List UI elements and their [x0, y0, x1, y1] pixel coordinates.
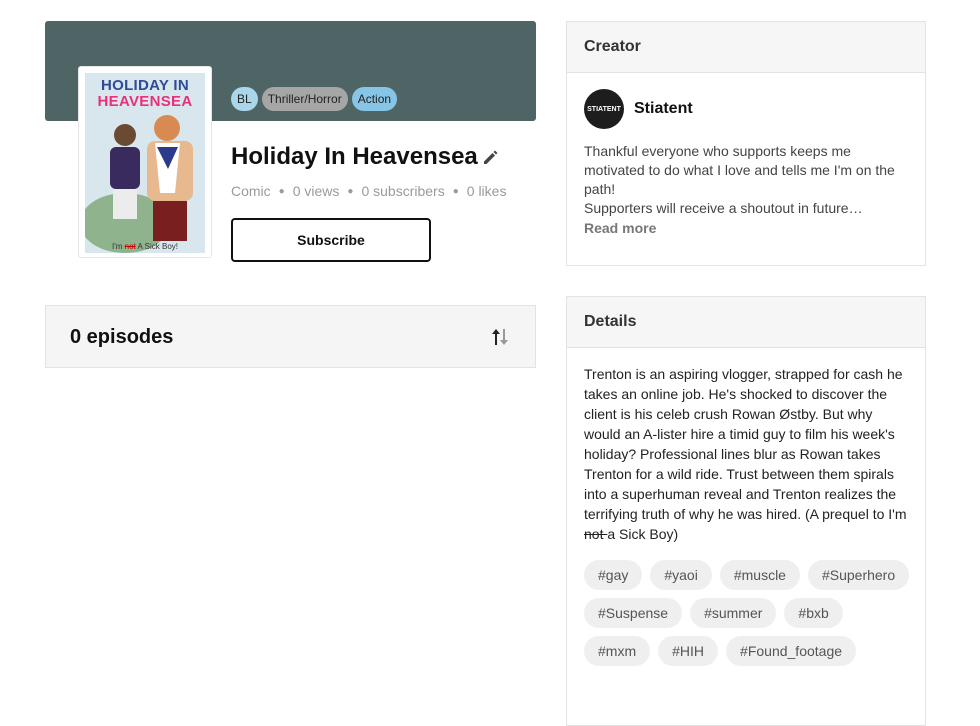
series-type: Comic [231, 183, 271, 199]
series-title: Holiday In Heavensea [231, 143, 478, 170]
avatar-text: STIATENT [587, 105, 621, 113]
details-panel: Details Trenton is an aspiring vlogger, … [566, 296, 926, 726]
series-cover[interactable]: HOLIDAY IN HEAVENSEA I'm not A Sick Boy! [79, 67, 211, 257]
series-title-row: Holiday In Heavensea [231, 143, 500, 171]
genre-tag-action[interactable]: Action [351, 87, 398, 111]
genre-tag-thriller-horror[interactable]: Thriller/Horror [261, 87, 348, 111]
creator-bio-line1: Thankful everyone who supports keeps me … [584, 143, 895, 197]
cover-art: HOLIDAY IN HEAVENSEA I'm not A Sick Boy! [85, 73, 205, 253]
sort-arrows-icon[interactable] [489, 326, 511, 348]
description-end: a Sick Boy) [607, 526, 679, 542]
details-heading: Details [567, 297, 925, 348]
separator-dot-icon: ● [452, 185, 459, 197]
hashtag[interactable]: #summer [690, 598, 777, 628]
description-strike: not [584, 526, 608, 542]
cover-title-line2: HEAVENSEA [97, 93, 193, 110]
description-main: Trenton is an aspiring vlogger, strapped… [584, 366, 907, 522]
creator-bio: Thankful everyone who supports keeps me … [584, 142, 904, 218]
creator-panel: Creator STIATENT Stiatent Thankful every… [566, 21, 926, 266]
hashtag[interactable]: #bxb [784, 598, 843, 628]
separator-dot-icon: ● [278, 185, 285, 197]
hashtag[interactable]: #Suspense [584, 598, 683, 628]
hashtag[interactable]: #gay [584, 560, 643, 590]
avatar[interactable]: STIATENT [584, 89, 624, 129]
hashtag-list: #gay #yaoi #muscle #Superhero #Suspense … [584, 560, 914, 666]
cover-caption: I'm not A Sick Boy! [85, 242, 205, 251]
views-count: 0 views [292, 183, 340, 199]
genre-tags: BL Thriller/Horror Action [231, 87, 398, 111]
hashtag[interactable]: #Found_footage [726, 636, 857, 666]
subscribers-count: 0 subscribers [361, 183, 445, 199]
creator-name[interactable]: Stiatent [634, 100, 693, 118]
separator-dot-icon: ● [347, 185, 354, 197]
cover-title-line1: HOLIDAY IN [100, 77, 190, 94]
cover-caption-pre: I'm [111, 242, 125, 251]
subscribe-button[interactable]: Subscribe [231, 218, 431, 262]
hashtag[interactable]: #yaoi [650, 560, 712, 590]
genre-tag-bl[interactable]: BL [231, 87, 258, 111]
hashtag[interactable]: #HIH [658, 636, 719, 666]
cover-caption-strike: not [124, 242, 136, 251]
series-stats: Comic ● 0 views ● 0 subscribers ● 0 like… [231, 183, 506, 199]
likes-count: 0 likes [466, 183, 507, 199]
hashtag[interactable]: #Superhero [807, 560, 910, 590]
cover-caption-post: A Sick Boy! [135, 242, 178, 251]
read-more-link[interactable]: Read more [584, 220, 656, 236]
series-description: Trenton is an aspiring vlogger, strapped… [584, 364, 912, 544]
episodes-count: 0 episodes [70, 326, 174, 348]
hashtag[interactable]: #muscle [719, 560, 800, 590]
episodes-bar: 0 episodes [45, 305, 536, 368]
hashtag[interactable]: #mxm [584, 636, 651, 666]
creator-profile[interactable]: STIATENT Stiatent [584, 89, 693, 129]
creator-heading: Creator [567, 22, 925, 73]
creator-bio-line2: Supporters will receive a shoutout in fu… [584, 200, 863, 216]
edit-pencil-icon[interactable] [482, 148, 500, 166]
